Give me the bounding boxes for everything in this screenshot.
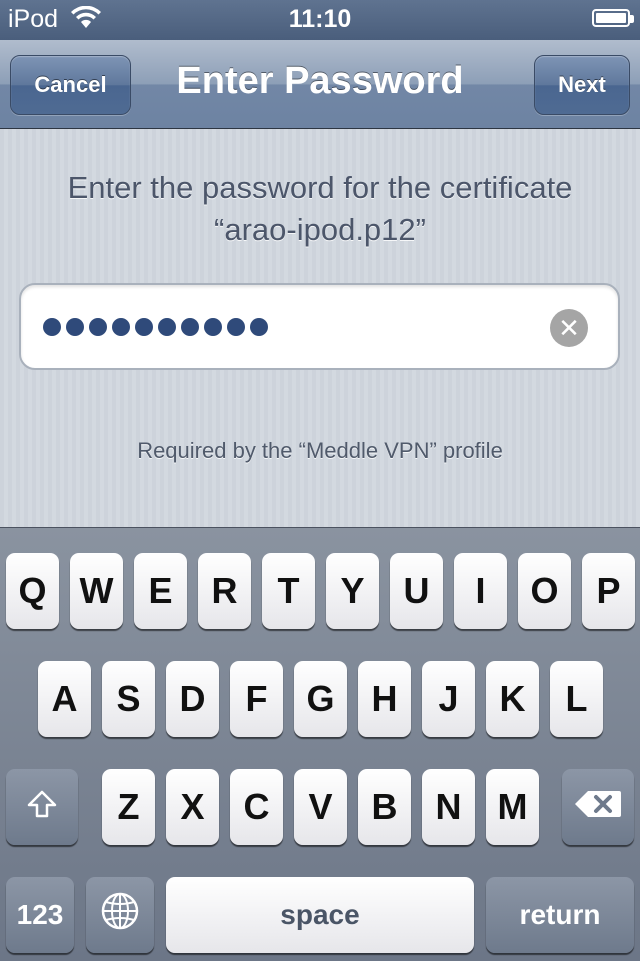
key-q[interactable]: Q <box>6 553 59 629</box>
password-dot <box>43 317 61 336</box>
key-i[interactable]: I <box>454 553 507 629</box>
key-o[interactable]: O <box>518 553 571 629</box>
delete-icon <box>574 786 622 828</box>
password-dot <box>204 317 222 336</box>
keyboard: Q W E R T Y U I O P A S D F G H J K L Z … <box>0 527 640 961</box>
key-a[interactable]: A <box>38 661 91 737</box>
key-l[interactable]: L <box>550 661 603 737</box>
status-bar: iPod 11:10 <box>0 0 640 40</box>
next-button[interactable]: Next <box>534 55 630 115</box>
password-dot <box>135 317 153 336</box>
prompt-line-1: Enter the password for the certificate <box>67 170 573 205</box>
password-dot <box>89 317 107 336</box>
key-j[interactable]: J <box>422 661 475 737</box>
key-g[interactable]: G <box>294 661 347 737</box>
key-h[interactable]: H <box>358 661 411 737</box>
password-dot <box>250 317 268 336</box>
globe-icon <box>100 891 140 940</box>
return-key[interactable]: return <box>486 877 634 953</box>
password-dot <box>158 317 176 336</box>
globe-key[interactable] <box>86 877 154 953</box>
key-m[interactable]: M <box>486 769 539 845</box>
status-time: 11:10 <box>288 5 352 33</box>
password-dot <box>112 317 130 336</box>
password-dot <box>181 317 199 336</box>
shift-icon <box>27 786 57 828</box>
key-c[interactable]: C <box>230 769 283 845</box>
delete-key[interactable] <box>562 769 634 845</box>
key-z[interactable]: Z <box>102 769 155 845</box>
key-k[interactable]: K <box>486 661 539 737</box>
numbers-key[interactable]: 123 <box>6 877 74 953</box>
key-n[interactable]: N <box>422 769 475 845</box>
password-dot <box>227 317 245 336</box>
password-dot <box>66 317 84 336</box>
key-y[interactable]: Y <box>326 553 379 629</box>
clear-icon[interactable]: ✕ <box>550 309 588 347</box>
key-p[interactable]: P <box>582 553 635 629</box>
space-key[interactable]: space <box>166 877 474 953</box>
content-area: Enter the password for the certificate “… <box>0 129 640 527</box>
key-t[interactable]: T <box>262 553 315 629</box>
key-u[interactable]: U <box>390 553 443 629</box>
battery-icon <box>592 9 634 27</box>
prompt-line-2: “arao-ipod.p12” <box>214 212 426 247</box>
password-dots <box>43 285 268 368</box>
key-r[interactable]: R <box>198 553 251 629</box>
password-field[interactable]: ✕ <box>19 283 620 370</box>
key-d[interactable]: D <box>166 661 219 737</box>
key-w[interactable]: W <box>70 553 123 629</box>
shift-key[interactable] <box>6 769 78 845</box>
navigation-bar: Cancel Enter Password Next <box>0 40 640 129</box>
key-f[interactable]: F <box>230 661 283 737</box>
key-v[interactable]: V <box>294 769 347 845</box>
key-b[interactable]: B <box>358 769 411 845</box>
password-prompt: Enter the password for the certificate “… <box>0 167 640 251</box>
key-s[interactable]: S <box>102 661 155 737</box>
key-x[interactable]: X <box>166 769 219 845</box>
profile-footnote: Required by the “Meddle VPN” profile <box>137 438 503 463</box>
key-e[interactable]: E <box>134 553 187 629</box>
